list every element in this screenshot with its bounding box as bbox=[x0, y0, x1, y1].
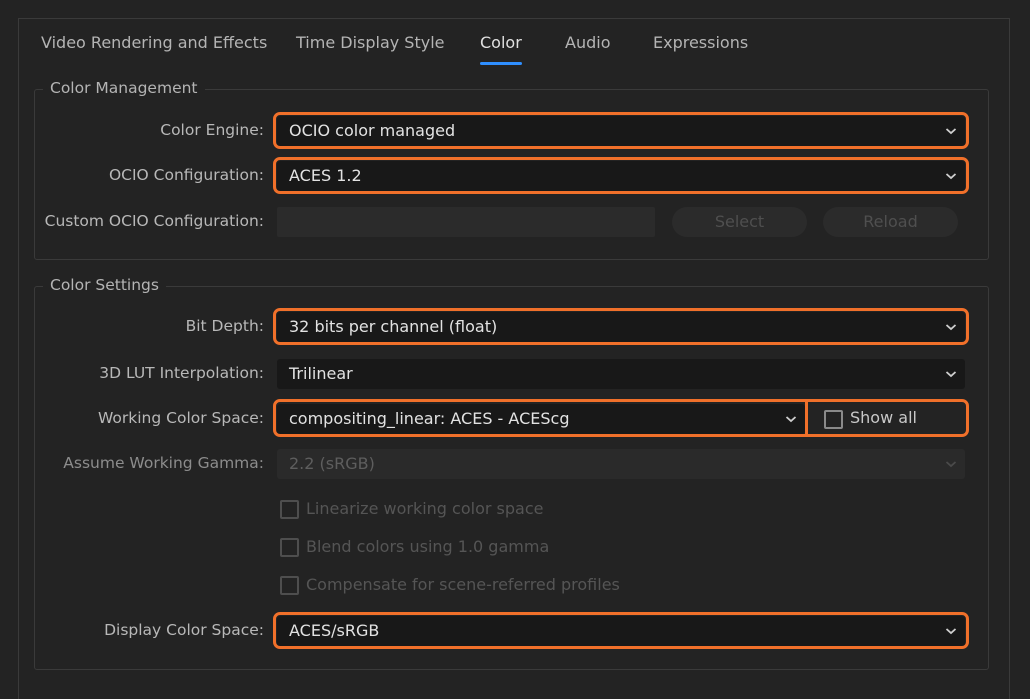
ocio-configuration-row: OCIO Configuration: ACES 1.2 bbox=[0, 155, 1030, 195]
compensate-checkbox bbox=[280, 576, 299, 595]
bit-depth-dropdown[interactable]: 32 bits per channel (float) bbox=[277, 312, 965, 342]
display-color-space-dropdown[interactable]: ACES/sRGB bbox=[277, 616, 965, 646]
chevron-down-icon bbox=[945, 324, 957, 331]
chevron-down-icon bbox=[945, 461, 957, 468]
working-color-space-label: Working Color Space: bbox=[98, 409, 264, 427]
tab-audio[interactable]: Audio bbox=[565, 31, 610, 65]
show-all-label: Show all bbox=[850, 408, 917, 427]
bit-depth-value: 32 bits per channel (float) bbox=[289, 317, 498, 336]
assume-gamma-row: Assume Working Gamma: 2.2 (sRGB) bbox=[0, 443, 1030, 483]
custom-ocio-path-field bbox=[277, 207, 655, 237]
working-color-space-dropdown[interactable]: compositing_linear: ACES - ACEScg bbox=[277, 404, 805, 434]
assume-gamma-value: 2.2 (sRGB) bbox=[289, 454, 375, 473]
bit-depth-label: Bit Depth: bbox=[185, 317, 264, 335]
custom-ocio-label: Custom OCIO Configuration: bbox=[44, 212, 264, 230]
tab-expressions[interactable]: Expressions bbox=[653, 31, 748, 65]
tab-video-rendering[interactable]: Video Rendering and Effects bbox=[41, 31, 267, 65]
linearize-label: Linearize working color space bbox=[306, 499, 544, 518]
chevron-down-icon bbox=[945, 371, 957, 378]
compensate-label: Compensate for scene-referred profiles bbox=[306, 575, 620, 594]
select-button: Select bbox=[672, 207, 807, 237]
ocio-configuration-dropdown[interactable]: ACES 1.2 bbox=[277, 161, 965, 191]
lut-interpolation-label: 3D LUT Interpolation: bbox=[99, 364, 264, 382]
chevron-down-icon bbox=[945, 128, 957, 135]
color-engine-row: Color Engine: OCIO color managed bbox=[0, 110, 1030, 150]
custom-ocio-row: Custom OCIO Configuration: Select Reload bbox=[0, 201, 1030, 241]
tab-color[interactable]: Color bbox=[480, 31, 522, 65]
lut-interpolation-row: 3D LUT Interpolation: Trilinear bbox=[0, 353, 1030, 393]
assume-gamma-label: Assume Working Gamma: bbox=[63, 454, 264, 472]
chevron-down-icon bbox=[785, 416, 797, 423]
reload-button: Reload bbox=[823, 207, 958, 237]
show-all-checkbox[interactable] bbox=[824, 410, 843, 429]
assume-gamma-dropdown: 2.2 (sRGB) bbox=[277, 449, 965, 479]
tab-time-display-style[interactable]: Time Display Style bbox=[296, 31, 445, 65]
chevron-down-icon bbox=[945, 173, 957, 180]
ocio-configuration-value: ACES 1.2 bbox=[289, 166, 362, 185]
chevron-down-icon bbox=[945, 628, 957, 635]
highlight-divider bbox=[805, 401, 808, 435]
ocio-configuration-label: OCIO Configuration: bbox=[108, 166, 264, 184]
blend-gamma-label: Blend colors using 1.0 gamma bbox=[306, 537, 550, 556]
color-engine-dropdown[interactable]: OCIO color managed bbox=[277, 116, 965, 146]
color-management-title: Color Management bbox=[43, 79, 205, 97]
display-color-space-label: Display Color Space: bbox=[104, 621, 264, 639]
lut-interpolation-value: Trilinear bbox=[289, 364, 353, 383]
lut-interpolation-dropdown[interactable]: Trilinear bbox=[277, 359, 965, 389]
display-color-space-row: Display Color Space: ACES/sRGB bbox=[0, 610, 1030, 650]
display-color-space-value: ACES/sRGB bbox=[289, 621, 380, 640]
working-color-space-value: compositing_linear: ACES - ACEScg bbox=[289, 409, 570, 428]
color-settings-title: Color Settings bbox=[43, 276, 166, 294]
color-engine-value: OCIO color managed bbox=[289, 121, 456, 140]
color-engine-label: Color Engine: bbox=[160, 121, 264, 139]
bit-depth-row: Bit Depth: 32 bits per channel (float) bbox=[0, 306, 1030, 346]
blend-gamma-checkbox bbox=[280, 538, 299, 557]
working-color-space-row: Working Color Space: compositing_linear:… bbox=[0, 398, 1030, 438]
linearize-checkbox bbox=[280, 500, 299, 519]
